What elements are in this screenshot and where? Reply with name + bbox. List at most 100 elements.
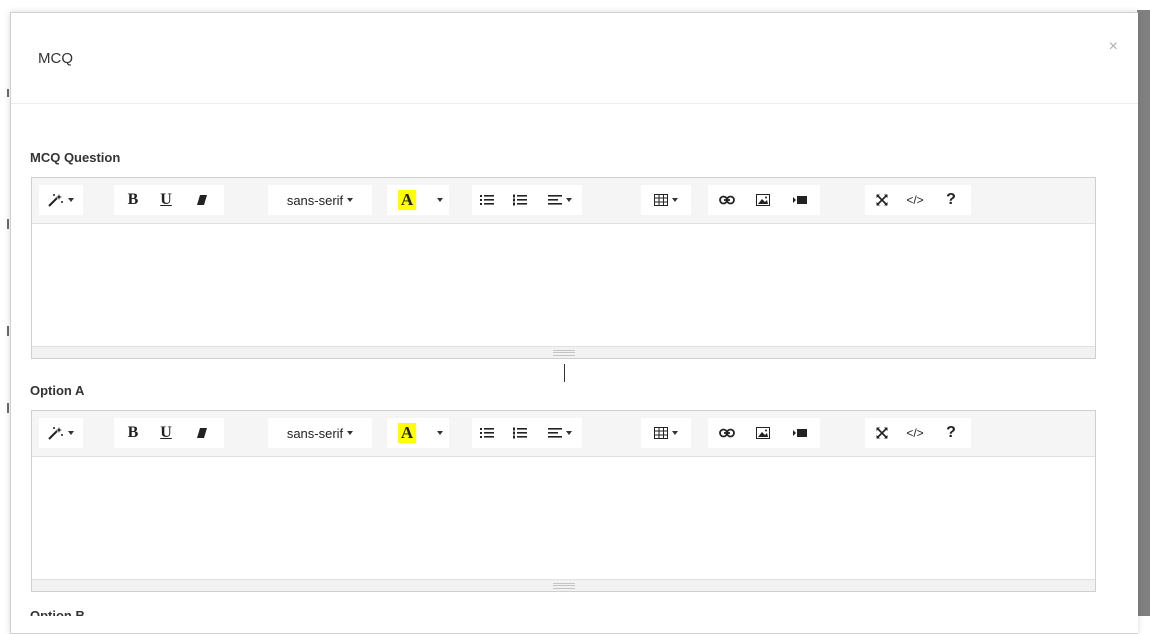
font-family-group: sans-serif (268, 185, 372, 215)
font-family-dropdown[interactable]: sans-serif (268, 418, 372, 448)
insert-group (708, 185, 820, 215)
paragraph-dropdown-button[interactable] (538, 185, 582, 215)
modal-header: MCQ × (11, 13, 1138, 104)
font-color-button[interactable]: A (387, 418, 427, 448)
mcq-question-content[interactable] (32, 224, 1095, 346)
underline-icon: U (160, 191, 172, 208)
font-color-icon: A (397, 190, 417, 210)
code-icon: </> (906, 193, 924, 207)
picture-button[interactable] (746, 185, 780, 215)
style-group (39, 418, 83, 448)
style-dropdown-button[interactable] (39, 418, 83, 448)
chevron-down-icon (347, 198, 354, 202)
codeview-button[interactable]: </> (899, 185, 931, 215)
option-a-editor: B U sans-serif A </> ? (31, 410, 1096, 592)
editor-toolbar: B U sans-serif A </> ? (32, 178, 1095, 224)
video-button[interactable] (780, 185, 820, 215)
style-group (39, 185, 83, 215)
resize-bar[interactable] (32, 579, 1095, 591)
paragraph-dropdown-button[interactable] (538, 418, 582, 448)
mcq-question-label: MCQ Question (30, 150, 121, 165)
page-scrollbar[interactable] (1137, 10, 1150, 616)
underline-button[interactable]: U (152, 185, 180, 215)
chevron-down-icon (672, 431, 678, 435)
color-group: A (387, 418, 449, 448)
link-button[interactable] (708, 185, 746, 215)
font-family-dropdown[interactable]: sans-serif (268, 185, 372, 215)
table-dropdown-button[interactable] (641, 185, 691, 215)
ordered-list-button[interactable] (502, 185, 538, 215)
bold-button[interactable]: B (114, 418, 152, 448)
clear-format-button[interactable] (180, 185, 224, 215)
video-button[interactable] (780, 418, 820, 448)
chevron-down-icon (672, 198, 678, 202)
link-button[interactable] (708, 418, 746, 448)
bullet-list-icon (480, 195, 494, 205)
mcq-question-editor: B U sans-serif A </> ? (31, 177, 1096, 359)
option-b-label: Option B (30, 608, 85, 616)
background-page-edge (0, 0, 9, 616)
help-icon: ? (946, 191, 956, 208)
resize-grip-icon[interactable] (553, 350, 575, 356)
style-dropdown-button[interactable] (39, 185, 83, 215)
option-a-content[interactable] (32, 457, 1095, 579)
table-icon (654, 427, 668, 439)
image-icon (756, 427, 770, 439)
fullscreen-button[interactable] (865, 185, 899, 215)
expand-icon (876, 194, 888, 206)
align-left-icon (548, 195, 562, 205)
paragraph-group (472, 185, 582, 215)
view-group: </> ? (865, 185, 971, 215)
clear-format-button[interactable] (180, 418, 224, 448)
bullet-list-icon (480, 428, 494, 438)
bold-button[interactable]: B (114, 185, 152, 215)
edge-mark (7, 403, 9, 413)
video-icon (793, 429, 807, 437)
chevron-down-icon (437, 198, 443, 202)
edge-mark (7, 326, 9, 336)
underline-icon: U (160, 424, 172, 441)
codeview-button[interactable]: </> (899, 418, 931, 448)
insert-group (708, 418, 820, 448)
unordered-list-button[interactable] (472, 418, 502, 448)
link-icon (719, 195, 735, 205)
font-color-dropdown[interactable] (427, 185, 449, 215)
eraser-icon (197, 428, 207, 438)
font-color-button[interactable]: A (387, 185, 427, 215)
font-color-dropdown[interactable] (427, 418, 449, 448)
table-icon (654, 194, 668, 206)
chevron-down-icon (566, 198, 572, 202)
help-button[interactable]: ? (931, 418, 971, 448)
video-icon (793, 196, 807, 204)
edge-mark (7, 89, 9, 97)
chevron-down-icon (68, 198, 74, 202)
bold-icon: B (127, 424, 139, 441)
table-group (641, 418, 691, 448)
paragraph-group (472, 418, 582, 448)
picture-button[interactable] (746, 418, 780, 448)
bold-icon: B (127, 191, 139, 208)
numbered-list-icon (513, 427, 527, 439)
edge-mark (7, 219, 9, 229)
table-group (641, 185, 691, 215)
ordered-list-button[interactable] (502, 418, 538, 448)
resize-grip-icon[interactable] (553, 583, 575, 589)
resize-bar[interactable] (32, 346, 1095, 358)
help-button[interactable]: ? (931, 185, 971, 215)
image-icon (756, 194, 770, 206)
align-left-icon (548, 428, 562, 438)
modal-title: MCQ (38, 50, 73, 67)
unordered-list-button[interactable] (472, 185, 502, 215)
color-group: A (387, 185, 449, 215)
fullscreen-button[interactable] (865, 418, 899, 448)
editor-toolbar: B U sans-serif A </> ? (32, 411, 1095, 457)
font-family-value: sans-serif (286, 192, 344, 208)
chevron-down-icon (68, 431, 74, 435)
text-cursor (564, 364, 565, 382)
underline-button[interactable]: U (152, 418, 180, 448)
help-icon: ? (946, 424, 956, 441)
view-group: </> ? (865, 418, 971, 448)
table-dropdown-button[interactable] (641, 418, 691, 448)
close-button[interactable]: × (1109, 39, 1118, 55)
chevron-down-icon (437, 431, 443, 435)
